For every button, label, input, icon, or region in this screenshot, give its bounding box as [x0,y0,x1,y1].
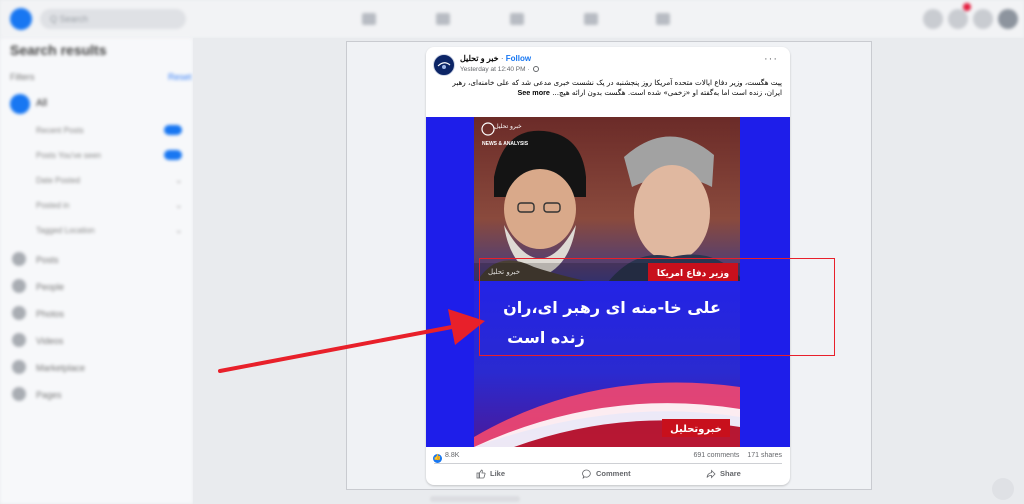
search-input[interactable]: Q Search [40,9,186,29]
shares-count[interactable]: 171 shares [747,452,782,459]
share-icon [706,469,716,478]
brand-footer-text: خبروتحلیل [670,424,722,435]
messenger-icon[interactable] [948,9,968,29]
more-options-button[interactable]: ··· [764,53,778,65]
category-marketplace[interactable]: Marketplace [36,363,85,373]
next-post-sliver [430,496,520,502]
filter-posted-in[interactable]: Posted in [36,201,69,210]
profile-avatar[interactable] [998,9,1018,29]
filter-tagged-location[interactable]: Tagged Location [36,226,95,235]
filter-recent-posts[interactable]: Recent Posts [36,126,84,135]
caption-text: پیت هگست، وزیر دفاع ایالات متحده آمریکا … [452,78,782,97]
share-button[interactable]: Share [706,466,741,481]
filter-posts-seen[interactable]: Posts You've seen [36,151,101,160]
chevron-down-icon[interactable]: ⌄ [175,175,183,186]
follow-button[interactable]: Follow [506,54,531,63]
timestamp-text[interactable]: Yesterday at 12:40 PM · [460,66,530,73]
category-posts[interactable]: Posts [36,255,59,265]
logo-text: خبرو تحلیل [494,123,522,130]
filter-date-posted[interactable]: Date Posted [36,176,80,185]
separator-dot: · [500,54,504,63]
chevron-down-icon[interactable]: ⌄ [175,200,183,211]
reaction-summary[interactable]: 👍 8.8K [433,452,459,463]
reset-link[interactable]: Reset [168,72,192,82]
all-results-label[interactable]: All [36,98,47,109]
post-caption: پیت هگست، وزیر دفاع ایالات متحده آمریکا … [436,78,782,97]
news-analysis-label: NEWS & ANALYSIS [482,141,529,147]
like-icon [476,469,486,478]
reaction-count[interactable]: 8.8K [445,452,459,459]
top-navigation-bar: Q Search [0,0,1024,38]
home-icon[interactable] [362,13,376,25]
chevron-down-icon[interactable]: ⌄ [175,225,183,236]
comments-count[interactable]: 691 comments [693,452,739,459]
category-photos[interactable]: Photos [36,309,64,319]
page-name-link[interactable]: خبر و تحلیل [460,54,499,63]
recent-posts-toggle[interactable] [164,125,182,135]
gaming-icon[interactable] [656,13,670,25]
people-icon[interactable] [12,279,26,293]
action-divider [434,463,782,464]
like-button[interactable]: Like [476,466,505,481]
notification-badge [963,3,971,11]
videos-icon[interactable] [12,333,26,347]
thumbs-up-reaction-icon: 👍 [433,454,442,463]
filters-label: Filters [10,72,35,82]
video-icon[interactable] [436,13,450,25]
globe-icon [533,66,540,72]
notifications-icon[interactable] [973,9,993,29]
see-more-link[interactable]: See more [518,88,550,97]
category-videos[interactable]: Videos [36,336,63,346]
engagement-counts: 691 comments 171 shares [687,452,782,459]
marketplace-icon[interactable] [510,13,524,25]
new-message-button[interactable] [992,478,1014,500]
posts-icon[interactable] [12,252,26,266]
pages-icon[interactable] [12,387,26,401]
highlight-box [479,258,835,356]
facebook-logo-icon[interactable] [10,8,32,30]
photos-icon[interactable] [12,306,26,320]
comment-button[interactable]: Comment [582,466,631,481]
posts-seen-toggle[interactable] [164,150,182,160]
post-timestamp[interactable]: Yesterday at 12:40 PM · [460,66,540,73]
category-people[interactable]: People [36,282,64,292]
category-pages[interactable]: Pages [36,390,62,400]
post-header: خبر و تحلیل · Follow [460,54,531,63]
like-label[interactable]: Like [490,469,505,478]
groups-icon[interactable] [584,13,598,25]
comment-label[interactable]: Comment [596,469,631,478]
page-avatar[interactable] [433,54,455,76]
comment-icon [582,469,591,479]
all-results-icon[interactable] [10,94,30,114]
share-label[interactable]: Share [720,469,741,478]
search-results-sidebar: Search results Filters Reset All Recent … [0,38,193,504]
menu-icon[interactable] [923,9,943,29]
marketplace-icon[interactable] [12,360,26,374]
sidebar-title: Search results [10,42,107,58]
